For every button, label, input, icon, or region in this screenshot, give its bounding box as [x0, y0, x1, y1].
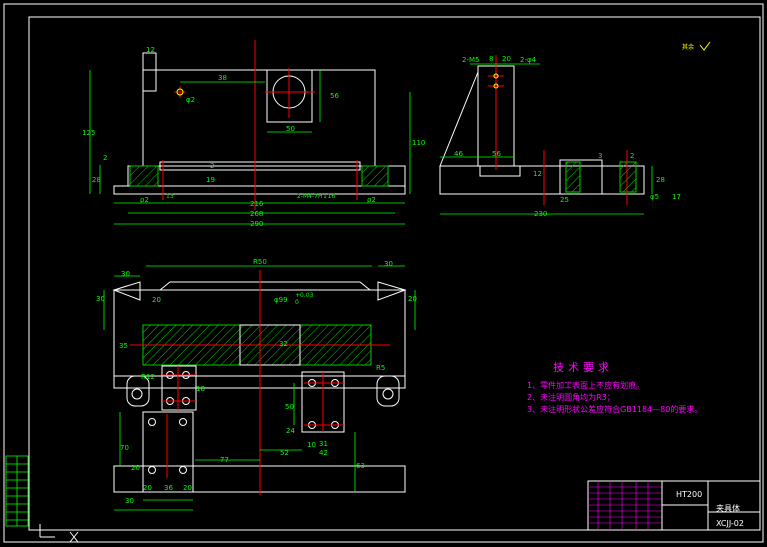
svg-text:8: 8 [489, 55, 493, 63]
svg-text:ρ2: ρ2 [367, 196, 376, 204]
svg-text:31: 31 [319, 440, 328, 448]
svg-text:20: 20 [183, 484, 192, 492]
tech-req-title: 技术要求 [553, 361, 613, 374]
svg-text:77: 77 [220, 456, 229, 464]
side-hatch-1 [565, 161, 581, 193]
svg-text:φ2: φ2 [186, 96, 195, 104]
side-view [439, 65, 645, 195]
svg-text:50: 50 [285, 403, 294, 411]
svg-text:12: 12 [146, 46, 155, 54]
svg-text:110: 110 [412, 139, 425, 147]
svg-text:φ99: φ99 [274, 296, 288, 304]
svg-text:30: 30 [121, 270, 130, 278]
svg-text:13: 13 [166, 193, 174, 200]
top-dimensions: R50 30 30 30 20 20 φ99 +0.03 0 35 32 R12… [96, 258, 417, 505]
ucs-icon [39, 524, 79, 543]
front-centerlines [162, 40, 358, 210]
svg-text:12: 12 [533, 170, 542, 178]
svg-text:R50: R50 [253, 258, 267, 266]
svg-text:φ5: φ5 [650, 193, 659, 201]
tb-material: HT200 [676, 490, 702, 499]
front-hatch-left [129, 165, 159, 187]
front-dimensions: 12 38 φ2 56 50 125 110 2 28 19 2 ρ2 216 … [82, 46, 425, 228]
svg-text:25: 25 [560, 196, 569, 204]
svg-text:290: 290 [250, 220, 263, 228]
side-centerlines [488, 55, 628, 205]
roughness-note: 其余 [682, 43, 694, 51]
svg-text:24: 24 [286, 427, 295, 435]
svg-text:30: 30 [384, 260, 393, 268]
front-flange [113, 185, 406, 195]
svg-text:2-M4-7H↓16: 2-M4-7H↓16 [297, 193, 335, 200]
side-hatch-2 [619, 161, 637, 193]
svg-text:32: 32 [279, 340, 288, 348]
top-holes [131, 371, 394, 474]
svg-text:20: 20 [408, 295, 417, 303]
svg-text:19: 19 [206, 176, 215, 184]
svg-text:2: 2 [103, 154, 107, 162]
svg-text:2-M5: 2-M5 [462, 56, 479, 64]
top-arc [159, 281, 371, 291]
svg-text:2-φ4: 2-φ4 [520, 56, 537, 64]
svg-text:56: 56 [330, 92, 339, 100]
tech-req-item-3: 3、未注明形状公差应符合GB1184—80的要求。 [527, 404, 702, 414]
svg-text:17: 17 [672, 193, 681, 201]
drawing-canvas: 12 38 φ2 56 50 125 110 2 28 19 2 ρ2 216 … [3, 3, 764, 543]
svg-text:2: 2 [630, 152, 634, 160]
top-corner-r [377, 281, 407, 301]
front-body [142, 69, 376, 167]
tech-req-item-2: 2、未注明圆角均为R3； [527, 392, 615, 402]
tech-req-item-1: 1、零件加工表面上不应有划痕。 [527, 380, 644, 390]
svg-text:30: 30 [96, 295, 105, 303]
tb-drawing-no: XCJJ-02 [716, 519, 744, 528]
svg-text:20: 20 [131, 464, 140, 472]
svg-text:0: 0 [295, 299, 299, 306]
svg-text:36: 36 [164, 484, 173, 492]
svg-text:20: 20 [502, 55, 511, 63]
top-slot-right [376, 375, 400, 407]
tech-requirements: 技术要求 1、零件加工表面上不应有划痕。 2、未注明圆角均为R3； 3、未注明形… [527, 361, 702, 414]
svg-text:70: 70 [120, 444, 129, 452]
svg-text:63: 63 [356, 462, 365, 470]
svg-text:125: 125 [82, 129, 95, 137]
svg-text:3: 3 [598, 152, 602, 160]
svg-text:R12: R12 [141, 373, 155, 381]
svg-text:52: 52 [280, 449, 289, 457]
svg-text:42: 42 [319, 449, 328, 457]
front-post [142, 52, 157, 92]
svg-text:28: 28 [656, 176, 665, 184]
front-hatch-right [361, 165, 389, 187]
svg-text:R5: R5 [376, 364, 385, 372]
svg-text:10: 10 [307, 441, 316, 449]
top-corner-l [112, 281, 141, 301]
svg-text:2: 2 [210, 162, 214, 170]
svg-text:50: 50 [286, 125, 295, 133]
svg-text:46: 46 [454, 150, 463, 158]
svg-text:20: 20 [143, 484, 152, 492]
front-view [113, 52, 406, 195]
svg-text:268: 268 [250, 210, 263, 218]
svg-text:20: 20 [152, 296, 161, 304]
svg-text:18: 18 [196, 385, 205, 393]
outer-border [3, 3, 764, 543]
svg-text:ρ2: ρ2 [140, 196, 149, 204]
svg-text:38: 38 [218, 74, 227, 82]
svg-text:56: 56 [492, 150, 501, 158]
inner-border [28, 16, 761, 531]
tb-part-name: 夹具体 [716, 503, 740, 513]
side-base [439, 165, 645, 195]
svg-text:30: 30 [125, 497, 134, 505]
revision-grid [5, 455, 29, 527]
svg-text:+0.03: +0.03 [295, 292, 314, 299]
svg-text:230: 230 [534, 210, 547, 218]
svg-text:35: 35 [119, 342, 128, 350]
title-block: HT200 夹具体 XCJJ-02 [587, 480, 761, 531]
side-step [479, 165, 521, 177]
top-centerlines [130, 270, 390, 495]
svg-text:28: 28 [92, 176, 101, 184]
svg-text:216: 216 [250, 200, 264, 208]
roughness-symbol [699, 41, 711, 51]
